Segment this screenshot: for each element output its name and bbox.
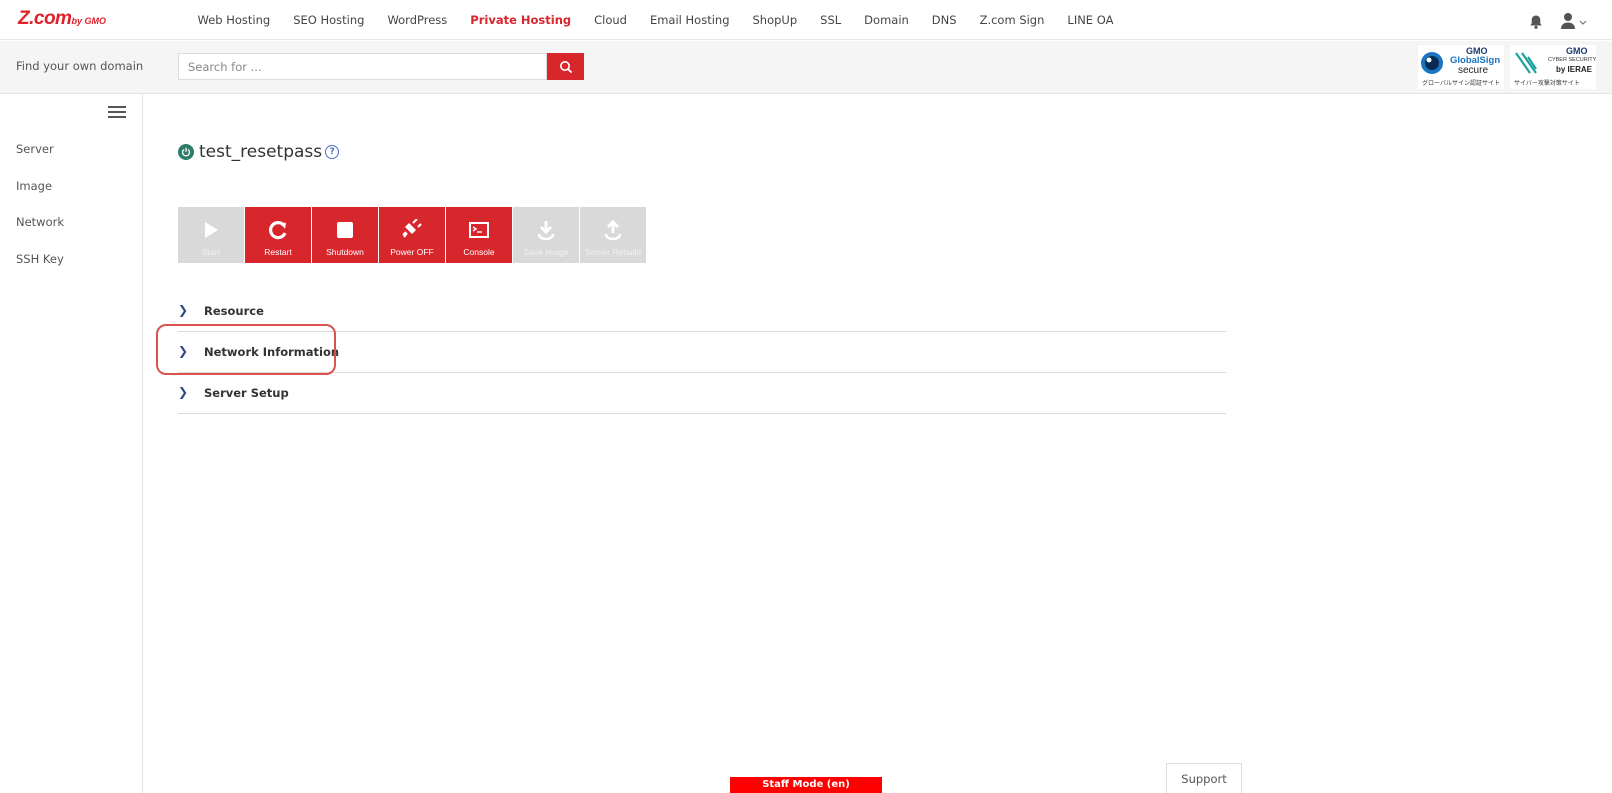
stop-icon	[337, 222, 353, 238]
nav-zcom-sign[interactable]: Z.com Sign	[980, 13, 1045, 27]
start-button[interactable]: Start	[178, 207, 244, 263]
nav-seo-hosting[interactable]: SEO Hosting	[293, 13, 364, 27]
find-domain-label: Find your own domain	[16, 59, 144, 73]
upload-icon	[604, 219, 622, 241]
main-nav: Web Hosting SEO Hosting WordPress Privat…	[186, 0, 1125, 40]
section-server-setup[interactable]: ❯ Server Setup	[178, 374, 1226, 414]
hamburger-menu-icon[interactable]	[108, 106, 126, 120]
nav-domain[interactable]: Domain	[864, 13, 909, 27]
search-icon	[559, 60, 572, 73]
server-name: test_resetpass	[199, 142, 323, 162]
restart-button[interactable]: Restart	[245, 207, 311, 263]
globalsign-secure-text: secure	[1458, 65, 1489, 76]
cyber-caption-text: サイバー攻撃対策サイト	[1514, 81, 1580, 87]
shutdown-label: Shutdown	[326, 247, 364, 257]
cyber-gmo-text: GMO	[1566, 46, 1588, 56]
sidebar-item-ssh-key[interactable]: SSH Key	[16, 252, 64, 266]
save-image-label: Save image	[523, 247, 569, 257]
start-label: Start	[202, 247, 220, 257]
sidebar-item-server[interactable]: Server	[16, 142, 54, 156]
power-icon	[178, 144, 194, 160]
bell-icon[interactable]	[1528, 14, 1544, 30]
console-button[interactable]: Console	[446, 207, 512, 263]
restart-label: Restart	[264, 247, 292, 257]
server-rebuild-label: Server Rebuild	[584, 247, 642, 257]
section-server-setup-title: Server Setup	[204, 386, 289, 400]
cyber-ierae-text: by IERAE	[1556, 65, 1593, 74]
globalsign-secure-seal[interactable]: GMO GlobalSign secure グローバルサイン認証サイト	[1418, 45, 1504, 89]
console-icon	[469, 222, 489, 238]
sidebar-item-image[interactable]: Image	[16, 179, 52, 193]
search-button[interactable]	[547, 53, 584, 80]
console-label: Console	[463, 247, 495, 257]
sidebar-item-network[interactable]: Network	[16, 215, 64, 229]
zcom-logo[interactable]: Z.comby GMO	[18, 8, 136, 30]
staff-mode-banner: Staff Mode (en)	[730, 777, 882, 793]
play-icon	[205, 222, 218, 238]
support-button[interactable]: Support	[1166, 763, 1242, 793]
section-resource[interactable]: ❯ Resource	[178, 292, 1226, 332]
restart-icon	[269, 221, 287, 240]
sidebar: Server Image Network SSH Key	[0, 94, 143, 793]
chevron-right-icon: ❯	[178, 385, 189, 399]
nav-email-hosting[interactable]: Email Hosting	[650, 13, 730, 27]
nav-private-hosting[interactable]: Private Hosting	[470, 13, 571, 27]
power-off-label: Power OFF	[390, 247, 434, 257]
download-icon	[537, 221, 555, 241]
help-icon[interactable]: ?	[325, 145, 340, 159]
server-action-toolbar: Start Restart Shutdown Power OFF Console…	[178, 207, 647, 263]
nav-web-hosting[interactable]: Web Hosting	[198, 13, 271, 27]
server-rebuild-button[interactable]: Server Rebuild	[580, 207, 646, 263]
nav-ssl[interactable]: SSL	[820, 13, 841, 27]
nav-shopup[interactable]: ShopUp	[753, 13, 798, 27]
domain-search-bar: Find your own domain	[0, 41, 1612, 94]
cyber-security-text: CYBER SECURITY	[1548, 57, 1597, 63]
save-image-button[interactable]: Save image	[513, 207, 579, 263]
logo-sub-text: by GMO	[71, 16, 106, 26]
globalsign-caption-text: グローバルサイン認証サイト	[1422, 81, 1500, 87]
highlight-annotation	[156, 324, 336, 375]
server-title: test_resetpass ?	[178, 142, 340, 162]
shutdown-button[interactable]: Shutdown	[312, 207, 378, 263]
domain-search-input[interactable]	[178, 53, 547, 80]
nav-wordpress[interactable]: WordPress	[387, 13, 447, 27]
nav-line-oa[interactable]: LINE OA	[1067, 13, 1113, 27]
user-icon[interactable]	[1560, 12, 1596, 30]
top-navbar: Z.comby GMO Web Hosting SEO Hosting Word…	[0, 0, 1612, 40]
nav-cloud[interactable]: Cloud	[594, 13, 627, 27]
gmo-cybersecurity-seal[interactable]: GMO CYBER SECURITY by IERAE サイバー攻撃対策サイト	[1510, 45, 1596, 89]
section-resource-title: Resource	[204, 304, 264, 318]
plug-icon	[402, 219, 422, 238]
nav-dns[interactable]: DNS	[932, 13, 957, 27]
power-off-button[interactable]: Power OFF	[379, 207, 445, 263]
logo-text: Z.com	[18, 8, 72, 29]
chevron-right-icon: ❯	[178, 303, 189, 317]
